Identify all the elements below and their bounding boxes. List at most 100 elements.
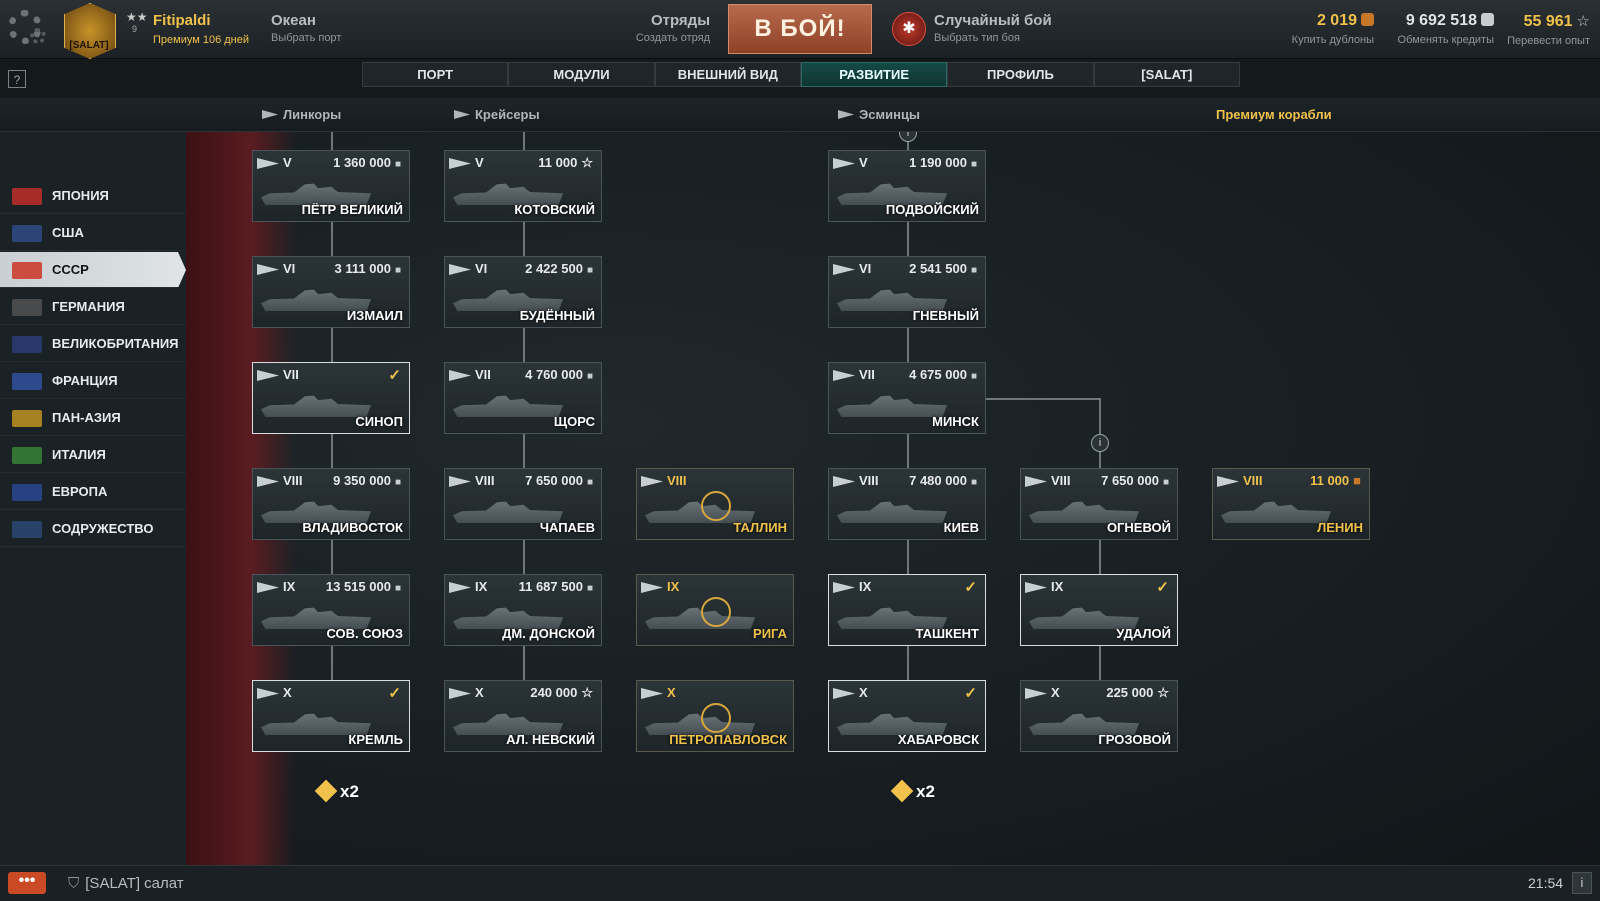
ship-class-icon (1025, 582, 1047, 593)
ship-card[interactable]: VI 3 111 000 ■ ИЗМАИЛ (252, 256, 410, 328)
ship-card[interactable]: IX ✓ УДАЛОЙ (1020, 574, 1178, 646)
nation-label: ЕВРОПА (52, 484, 108, 499)
info-marker-icon[interactable]: i (1091, 434, 1109, 452)
credits-icon: ■ (394, 583, 401, 594)
ship-card[interactable]: V 1 360 000 ■ ПЁТР ВЕЛИКИЙ (252, 150, 410, 222)
ship-card[interactable]: X 225 000 ☆ ГРОЗОВОЙ (1020, 680, 1178, 752)
ship-price: 4 675 000 (909, 367, 967, 382)
ship-tier: IX (1051, 579, 1064, 594)
ship-card[interactable]: VIII 7 650 000 ■ ЧАПАЕВ (444, 468, 602, 540)
ship-price: 13 515 000 (325, 579, 391, 594)
nation-label: ЯПОНИЯ (52, 188, 109, 203)
help-button[interactable]: ? (8, 70, 26, 88)
ship-class-icon (449, 476, 471, 487)
class-battleships[interactable]: Линкоры (262, 107, 341, 122)
ship-name: ТАШКЕНТ (915, 626, 979, 641)
ship-name: АЛ. НЕВСКИЙ (506, 732, 595, 747)
tab-profile[interactable]: ПРОФИЛЬ (947, 62, 1094, 87)
nation-item-4[interactable]: ГЕРМАНИЯ (0, 289, 186, 325)
credits-icon: ■ (394, 159, 401, 170)
ship-card[interactable]: VIII ТАЛЛИН (636, 468, 794, 540)
credits-icon: ■ (586, 583, 593, 594)
tree-connector (1099, 398, 1101, 468)
ship-card[interactable]: VI 2 541 500 ■ ГНЕВНЫЙ (828, 256, 986, 328)
nation-flag-icon (12, 521, 42, 538)
class-cruisers[interactable]: Крейсеры (454, 107, 540, 122)
battle-type-icon[interactable]: ✱ (892, 12, 926, 46)
ship-tier: VIII (283, 473, 303, 488)
clan-chat-tab[interactable]: ⛉ [SALAT] салат (68, 875, 184, 892)
ship-name: ЩОРС (553, 414, 595, 429)
chat-menu-button[interactable]: ••• (8, 872, 46, 894)
tab-tech-tree[interactable]: РАЗВИТИЕ (800, 62, 948, 87)
ship-price: 1 190 000 (909, 155, 967, 170)
nation-item-10[interactable]: СОДРУЖЕСТВО (0, 511, 186, 547)
multiplier-icon (890, 779, 914, 803)
doubloons-block[interactable]: 2 019 Купить дублоны (1278, 12, 1374, 46)
division-selector[interactable]: Отряды Создать отряд (600, 12, 710, 44)
tab-exterior[interactable]: ВНЕШНИЙ ВИД (654, 62, 801, 87)
top-bar: [SALAT] ★★ 9 Fitipaldi Премиум 106 дней … (0, 0, 1600, 59)
ship-image (1221, 501, 1331, 523)
ship-card[interactable]: VIII 11 000 ■ ЛЕНИН (1212, 468, 1370, 540)
ship-card[interactable]: IX РИГА (636, 574, 794, 646)
player-name[interactable]: Fitipaldi (153, 12, 211, 29)
ship-tier: X (475, 685, 484, 700)
battle-button[interactable]: В БОЙ! (728, 4, 872, 54)
clock-time: 21:54 (1528, 875, 1564, 891)
ship-card[interactable]: VIII 7 480 000 ■ КИЕВ (828, 468, 986, 540)
ship-card[interactable]: IX 13 515 000 ■ СОВ. СОЮЗ (252, 574, 410, 646)
nation-sidebar: ЯПОНИЯ США СССР ГЕРМАНИЯ ВЕЛИКОБРИТАНИЯ ФРАНЦ… (0, 132, 186, 865)
nation-item-3[interactable]: СССР (0, 252, 186, 288)
doubloons-value: 2 019 (1316, 12, 1357, 29)
settings-gear-small-icon[interactable] (30, 28, 46, 44)
ship-card[interactable]: VI 2 422 500 ■ БУДЁННЫЙ (444, 256, 602, 328)
ship-tier: IX (475, 579, 488, 594)
ship-tier: VIII (1051, 473, 1071, 488)
clock-icon (701, 491, 731, 521)
ship-card[interactable]: X ✓ ХАБАРОВСК (828, 680, 986, 752)
tree-connector (986, 398, 1100, 400)
ship-card[interactable]: V 1 190 000 ■ ПОДВОЙСКИЙ (828, 150, 986, 222)
class-destroyers[interactable]: Эсминцы (838, 107, 920, 122)
nation-label: ВЕЛИКОБРИТАНИЯ (52, 336, 179, 351)
ship-class-icon (449, 582, 471, 593)
ship-card[interactable]: V 11 000 ☆ КОТОВСКИЙ (444, 150, 602, 222)
ship-card[interactable]: X 240 000 ☆ АЛ. НЕВСКИЙ (444, 680, 602, 752)
credits-block[interactable]: 9 692 518 Обменять кредиты (1384, 12, 1494, 46)
tab-modules[interactable]: МОДУЛИ (508, 62, 655, 87)
ship-name: ЛЕНИН (1317, 520, 1363, 535)
rank-stars-icon: ★★ (126, 10, 148, 24)
ship-card[interactable]: IX ✓ ТАШКЕНТ (828, 574, 986, 646)
clan-badge-tag: [SALAT] (69, 40, 109, 51)
credits-icon: ■ (586, 265, 593, 276)
ship-card[interactable]: IX 11 687 500 ■ ДМ. ДОНСКОЙ (444, 574, 602, 646)
ship-card[interactable]: X ПЕТРОПАВЛОВСК (636, 680, 794, 752)
nation-item-5[interactable]: ВЕЛИКОБРИТАНИЯ (0, 326, 186, 362)
nation-item-1[interactable]: ЯПОНИЯ (0, 178, 186, 214)
tab-port[interactable]: ПОРТ (362, 62, 509, 87)
ship-card[interactable]: VIII 9 350 000 ■ ВЛАДИВОСТОК (252, 468, 410, 540)
nation-item-2[interactable]: США (0, 215, 186, 251)
nation-item-9[interactable]: ЕВРОПА (0, 474, 186, 510)
port-selector[interactable]: Океан Выбрать порт (271, 12, 341, 44)
info-marker-icon[interactable]: i (899, 132, 917, 142)
ship-card[interactable]: VII 4 760 000 ■ ЩОРС (444, 362, 602, 434)
ship-card[interactable]: VII ✓ СИНОП (252, 362, 410, 434)
ship-card[interactable]: VIII 7 650 000 ■ ОГНЕВОЙ (1020, 468, 1178, 540)
nation-item-7[interactable]: ПАН-АЗИЯ (0, 400, 186, 436)
ship-price: 7 650 000 (525, 473, 583, 488)
nation-item-8[interactable]: ИТАЛИЯ (0, 437, 186, 473)
free-xp-block[interactable]: 55 961 ☆ Перевести опыт (1500, 12, 1590, 47)
tab-clan[interactable]: [SALAT] (1093, 62, 1240, 87)
class-premium[interactable]: Премиум корабли (1216, 107, 1332, 122)
xp-multiplier: x2 (890, 779, 935, 803)
nation-item-6[interactable]: ФРАНЦИЯ (0, 363, 186, 399)
ship-card[interactable]: X ✓ КРЕМЛЬ (252, 680, 410, 752)
ship-card[interactable]: VII 4 675 000 ■ МИНСК (828, 362, 986, 434)
chat-shield-icon: ⛉ (68, 875, 80, 892)
battle-type-selector[interactable]: Случайный бой Выбрать тип боя (934, 12, 1052, 44)
premium-status[interactable]: Премиум 106 дней (153, 34, 249, 46)
nation-flag-icon (12, 299, 42, 316)
info-button[interactable]: i (1572, 872, 1592, 894)
